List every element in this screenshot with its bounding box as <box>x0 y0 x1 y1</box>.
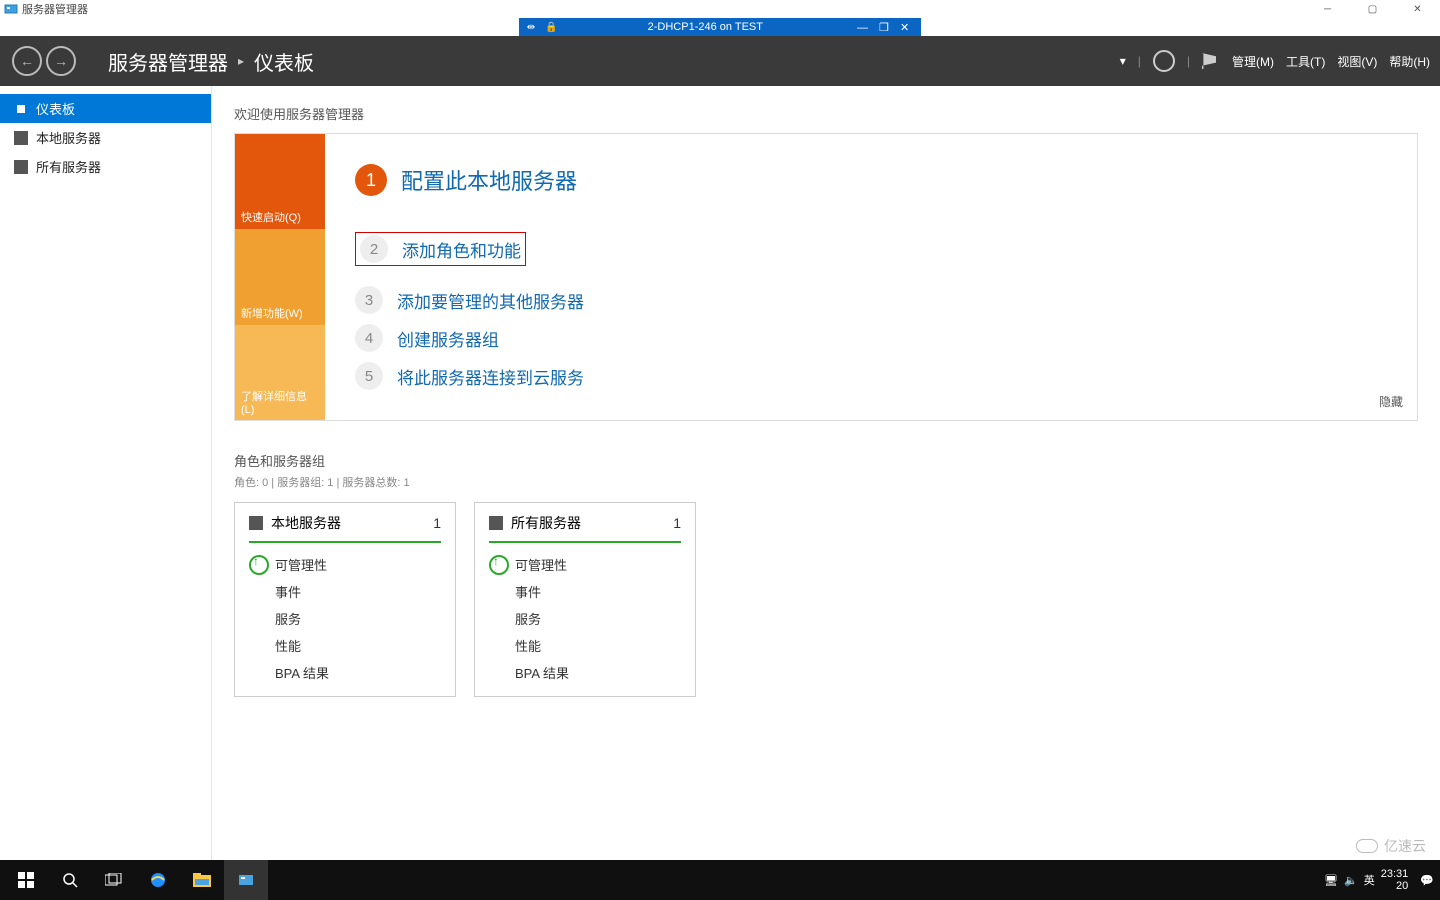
server-icon <box>14 131 28 145</box>
step-add-other-servers[interactable]: 3 添加要管理的其他服务器 <box>355 286 1387 314</box>
tile-whatsnew[interactable]: 新增功能(W) <box>235 229 325 324</box>
task-view-button[interactable] <box>92 860 136 900</box>
card-all-servers: 所有服务器 1 可管理性 事件 服务 性能 BPA 结果 <box>474 502 696 697</box>
vm-lock-icon[interactable]: 🔒 <box>545 22 557 33</box>
dropdown-icon[interactable]: ▾ <box>1120 54 1126 68</box>
watermark-logo-icon <box>1356 839 1378 853</box>
card-row-events[interactable]: 事件 <box>249 578 441 605</box>
sidebar: 仪表板 本地服务器 所有服务器 <box>0 86 212 860</box>
welcome-panel: 快速启动(Q) 新增功能(W) 了解详细信息(L) 1 配置此本地服务器 2 添… <box>234 133 1418 421</box>
step-number-icon: 1 <box>355 164 387 196</box>
chevron-right-icon: ▸ <box>238 54 244 68</box>
tray-clock[interactable]: 23:31 20 <box>1381 868 1409 892</box>
card-row-events[interactable]: 事件 <box>489 578 681 605</box>
sidebar-item-local-server[interactable]: 本地服务器 <box>0 123 211 152</box>
dashboard-icon <box>14 102 28 116</box>
card-row-performance[interactable]: 性能 <box>249 632 441 659</box>
taskbar: 🖥 🔈 英 23:31 20 💬 <box>0 860 1440 900</box>
breadcrumb-root[interactable]: 服务器管理器 <box>108 47 228 76</box>
tray-volume-icon[interactable]: 🔈 <box>1344 874 1358 887</box>
step-label: 添加角色和功能 <box>402 237 521 262</box>
step-configure-local[interactable]: 1 配置此本地服务器 <box>355 164 1387 196</box>
vm-title: 2-DHCP1-246 on TEST <box>568 21 843 33</box>
vm-close-button[interactable]: ✕ <box>896 22 913 34</box>
watermark: 亿速云 <box>1348 834 1434 858</box>
servers-icon <box>489 516 503 530</box>
card-row-services[interactable]: 服务 <box>489 605 681 632</box>
card-title[interactable]: 本地服务器 <box>271 513 341 533</box>
sidebar-item-label: 本地服务器 <box>36 128 101 147</box>
nav-forward-button[interactable]: → <box>46 46 76 76</box>
tile-learnmore[interactable]: 了解详细信息(L) <box>235 325 325 420</box>
search-button[interactable] <box>48 860 92 900</box>
tile-quickstart[interactable]: 快速启动(Q) <box>235 134 325 229</box>
step-label: 添加要管理的其他服务器 <box>397 288 584 313</box>
taskbar-ie-icon[interactable] <box>136 860 180 900</box>
vm-pin-icon[interactable]: ⇹ <box>527 22 535 33</box>
sidebar-item-label: 仪表板 <box>36 99 75 118</box>
step-number-icon: 5 <box>355 362 383 390</box>
step-number-icon: 3 <box>355 286 383 314</box>
outer-maximize-button[interactable]: ▢ <box>1350 0 1395 18</box>
roles-subheading: 角色: 0 | 服务器组: 1 | 服务器总数: 1 <box>234 474 1418 490</box>
outer-window-titlebar: 服务器管理器 ─ ▢ ✕ <box>0 0 1440 18</box>
step-connect-cloud[interactable]: 5 将此服务器连接到云服务 <box>355 362 1387 390</box>
step-label: 配置此本地服务器 <box>401 164 577 196</box>
welcome-heading: 欢迎使用服务器管理器 <box>234 104 1418 123</box>
tray-notifications-icon[interactable]: 💬 <box>1420 874 1434 887</box>
card-row-bpa[interactable]: BPA 结果 <box>249 659 441 686</box>
menu-tools[interactable]: 工具(T) <box>1286 53 1325 70</box>
step-create-server-group[interactable]: 4 创建服务器组 <box>355 324 1387 352</box>
roles-heading: 角色和服务器组 <box>234 451 1418 470</box>
server-manager-icon <box>4 2 18 16</box>
step-label: 将此服务器连接到云服务 <box>397 364 584 389</box>
taskbar-server-manager-icon[interactable] <box>224 860 268 900</box>
menu-view[interactable]: 视图(V) <box>1337 53 1377 70</box>
outer-window-title: 服务器管理器 <box>22 1 88 17</box>
tray-ime-indicator[interactable]: 英 <box>1364 872 1375 888</box>
card-row-manageability[interactable]: 可管理性 <box>489 551 681 578</box>
vm-connection-bar: ⇹ 🔒 2-DHCP1-246 on TEST — ❐ ✕ <box>0 18 1440 36</box>
card-row-services[interactable]: 服务 <box>249 605 441 632</box>
refresh-icon[interactable] <box>1153 50 1175 72</box>
card-count: 1 <box>433 515 441 531</box>
outer-close-button[interactable]: ✕ <box>1395 0 1440 18</box>
card-row-manageability[interactable]: 可管理性 <box>249 551 441 578</box>
sidebar-item-all-servers[interactable]: 所有服务器 <box>0 152 211 181</box>
outer-minimize-button[interactable]: ─ <box>1305 0 1350 18</box>
main-content: 欢迎使用服务器管理器 快速启动(Q) 新增功能(W) 了解详细信息(L) 1 配… <box>212 86 1440 860</box>
vm-minimize-button[interactable]: — <box>853 22 872 34</box>
sidebar-item-label: 所有服务器 <box>36 157 101 176</box>
hide-link[interactable]: 隐藏 <box>1379 393 1403 410</box>
taskbar-explorer-icon[interactable] <box>180 860 224 900</box>
header-ribbon: ← → 服务器管理器 ▸ 仪表板 ▾ | | 管理(M) 工具(T) 视图(V)… <box>0 36 1440 86</box>
step-label: 创建服务器组 <box>397 326 499 351</box>
menu-help[interactable]: 帮助(H) <box>1389 53 1430 70</box>
sidebar-item-dashboard[interactable]: 仪表板 <box>0 94 211 123</box>
servers-icon <box>14 160 28 174</box>
vm-restore-button[interactable]: ❐ <box>875 22 893 34</box>
nav-back-button[interactable]: ← <box>12 46 42 76</box>
menu-manage[interactable]: 管理(M) <box>1232 53 1274 70</box>
card-row-bpa[interactable]: BPA 结果 <box>489 659 681 686</box>
card-title[interactable]: 所有服务器 <box>511 513 581 533</box>
server-icon <box>249 516 263 530</box>
step-add-roles-features[interactable]: 2 添加角色和功能 <box>355 232 526 266</box>
card-row-performance[interactable]: 性能 <box>489 632 681 659</box>
card-count: 1 <box>673 515 681 531</box>
breadcrumb: 服务器管理器 ▸ 仪表板 <box>108 47 314 76</box>
start-button[interactable] <box>4 860 48 900</box>
step-number-icon: 2 <box>360 235 388 263</box>
system-tray: 🖥 🔈 英 23:31 20 💬 <box>1324 868 1434 892</box>
tray-monitor-icon[interactable]: 🖥 <box>1324 874 1338 887</box>
card-local-server: 本地服务器 1 可管理性 事件 服务 性能 BPA 结果 <box>234 502 456 697</box>
step-number-icon: 4 <box>355 324 383 352</box>
breadcrumb-page[interactable]: 仪表板 <box>254 47 314 76</box>
notifications-flag-icon[interactable] <box>1202 53 1216 69</box>
